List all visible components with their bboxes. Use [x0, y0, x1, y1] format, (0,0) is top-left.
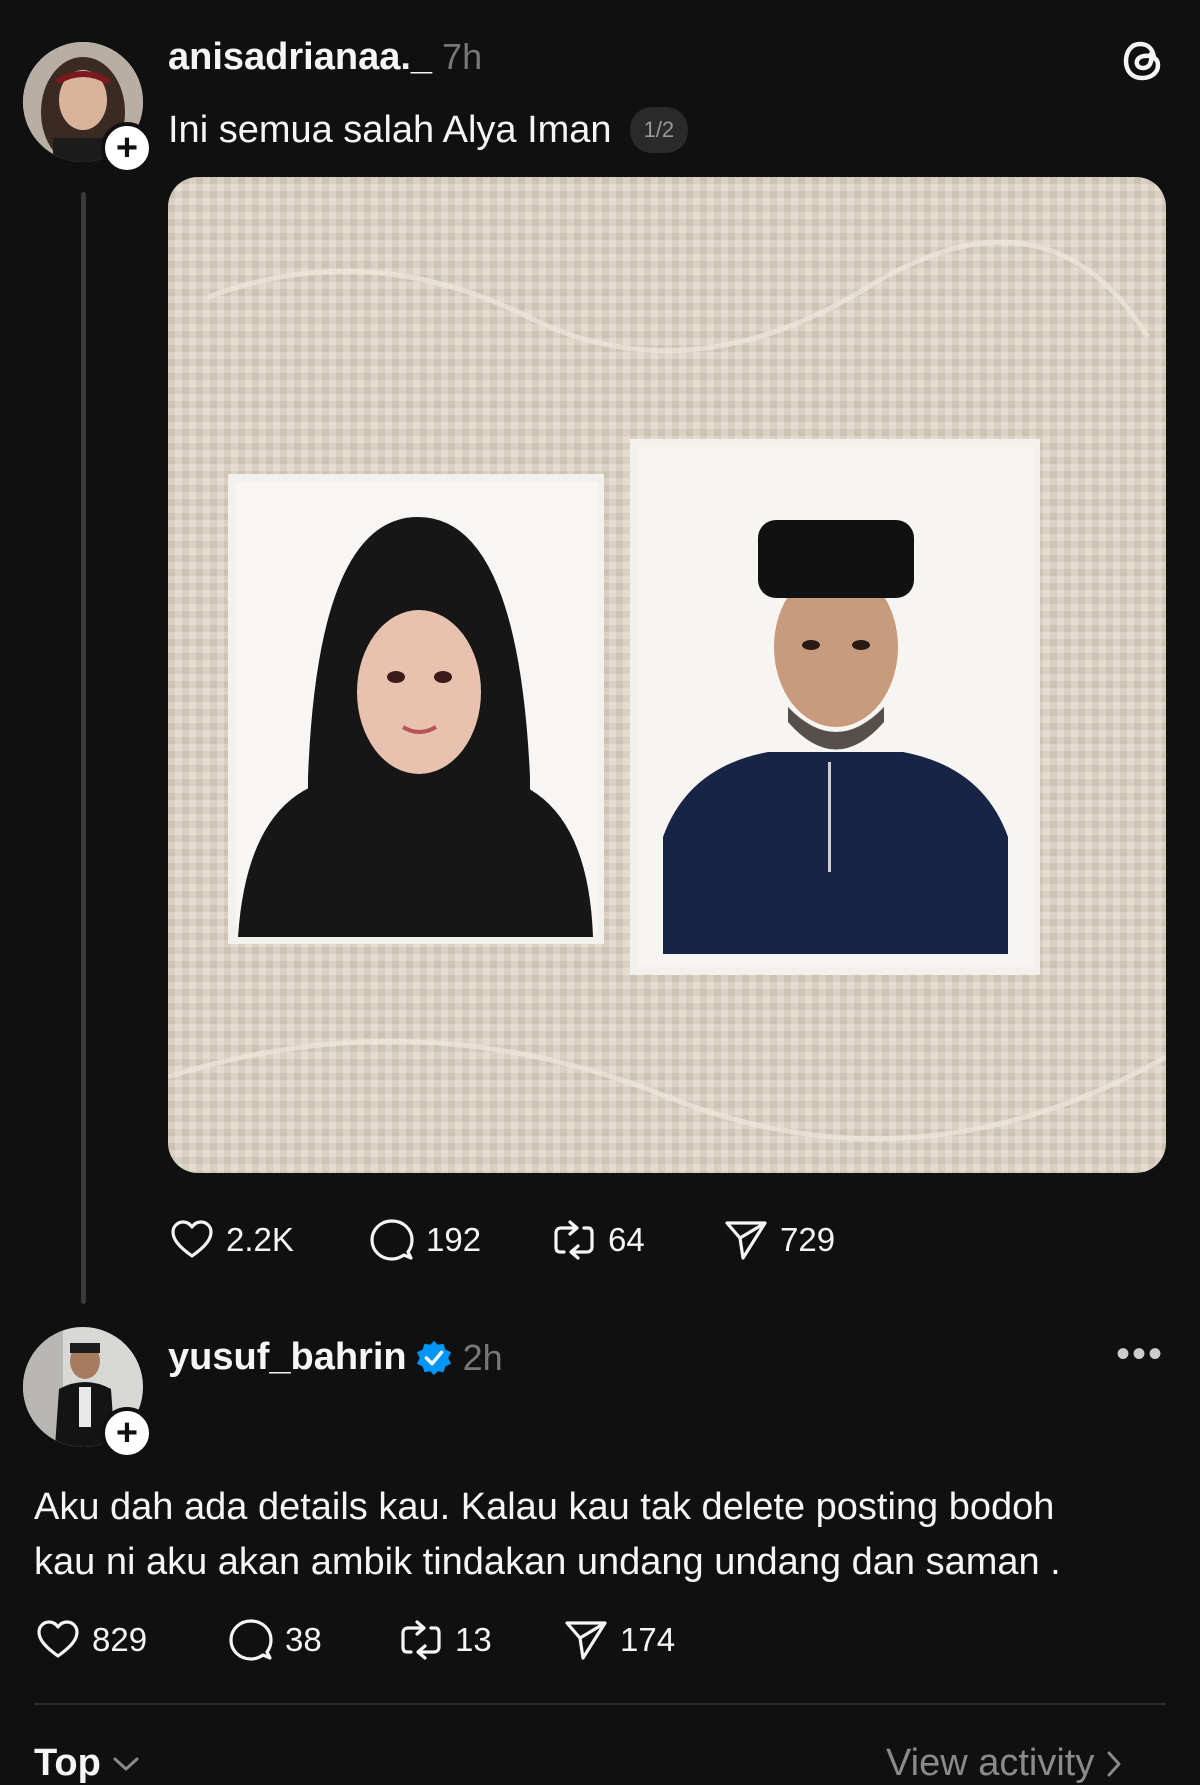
- like-count: 2.2K: [226, 1221, 294, 1258]
- reply-button[interactable]: 38: [227, 1616, 397, 1664]
- more-icon[interactable]: •••: [1116, 1332, 1164, 1377]
- post-2: + yusuf_bahrin 2h ••• Aku dah ada detail…: [0, 1310, 1200, 1730]
- repost-button[interactable]: 64: [550, 1216, 722, 1264]
- comment-icon: [229, 1619, 273, 1661]
- repost-icon: [401, 1620, 441, 1660]
- comment-icon: [370, 1219, 414, 1261]
- post-1: + anisadrianaa._ 7h Ini semua salah Alya…: [0, 0, 1200, 1310]
- like-count: 829: [92, 1621, 148, 1658]
- sort-dropdown[interactable]: Top: [34, 1742, 141, 1785]
- follow-plus-button[interactable]: +: [101, 1407, 153, 1459]
- send-icon: [725, 1221, 767, 1260]
- repost-count: 64: [608, 1221, 645, 1258]
- divider: [34, 1703, 1166, 1705]
- sort-label: Top: [34, 1742, 101, 1784]
- share-count: 729: [780, 1221, 836, 1258]
- verified-badge-icon: [416, 1340, 451, 1375]
- post-actions: 2.2K 192 64 729: [168, 1216, 882, 1264]
- like-button[interactable]: 829: [34, 1616, 227, 1664]
- post-image[interactable]: [168, 177, 1166, 1173]
- threads-logo-icon[interactable]: [1118, 36, 1168, 86]
- post-header: yusuf_bahrin 2h: [168, 1336, 503, 1379]
- page-indicator: 1/2: [629, 107, 689, 153]
- thread-connector-line: [81, 192, 86, 1304]
- share-count: 174: [620, 1621, 676, 1658]
- post-text-row: Ini semua salah Alya Iman 1/2: [168, 107, 689, 153]
- reply-count: 38: [285, 1621, 322, 1658]
- view-activity-label: View activity: [886, 1742, 1095, 1784]
- username[interactable]: anisadrianaa._: [168, 36, 432, 79]
- timestamp: 7h: [442, 36, 483, 77]
- chevron-down-icon: [113, 1757, 139, 1770]
- repost-button[interactable]: 13: [397, 1616, 562, 1664]
- follow-plus-button[interactable]: +: [101, 122, 153, 174]
- share-button[interactable]: 174: [562, 1616, 722, 1664]
- post-text: Aku dah ada details kau. Kalau kau tak d…: [34, 1480, 1061, 1590]
- like-button[interactable]: 2.2K: [168, 1216, 368, 1264]
- repost-count: 13: [455, 1621, 492, 1658]
- username[interactable]: yusuf_bahrin: [168, 1336, 407, 1379]
- reply-count: 192: [426, 1221, 482, 1258]
- heart-icon: [171, 1220, 213, 1258]
- repost-icon: [554, 1220, 594, 1260]
- send-icon: [565, 1621, 607, 1660]
- post-text-line: kau ni aku akan ambik tindakan undang un…: [34, 1541, 1061, 1583]
- chevron-right-icon: [1107, 1751, 1121, 1776]
- post-actions: 829 38 13 174: [34, 1616, 722, 1664]
- post-text: Ini semua salah Alya Iman: [168, 108, 612, 151]
- post-text-line: Aku dah ada details kau. Kalau kau tak d…: [34, 1486, 1055, 1528]
- reply-button[interactable]: 192: [368, 1216, 550, 1264]
- post-header: anisadrianaa._ 7h: [168, 36, 482, 79]
- share-button[interactable]: 729: [722, 1216, 882, 1264]
- timestamp: 2h: [462, 1336, 503, 1378]
- heart-icon: [37, 1620, 79, 1658]
- view-activity-link[interactable]: View activity: [886, 1742, 1124, 1785]
- photo-of-two-id-pictures: [168, 177, 1166, 1173]
